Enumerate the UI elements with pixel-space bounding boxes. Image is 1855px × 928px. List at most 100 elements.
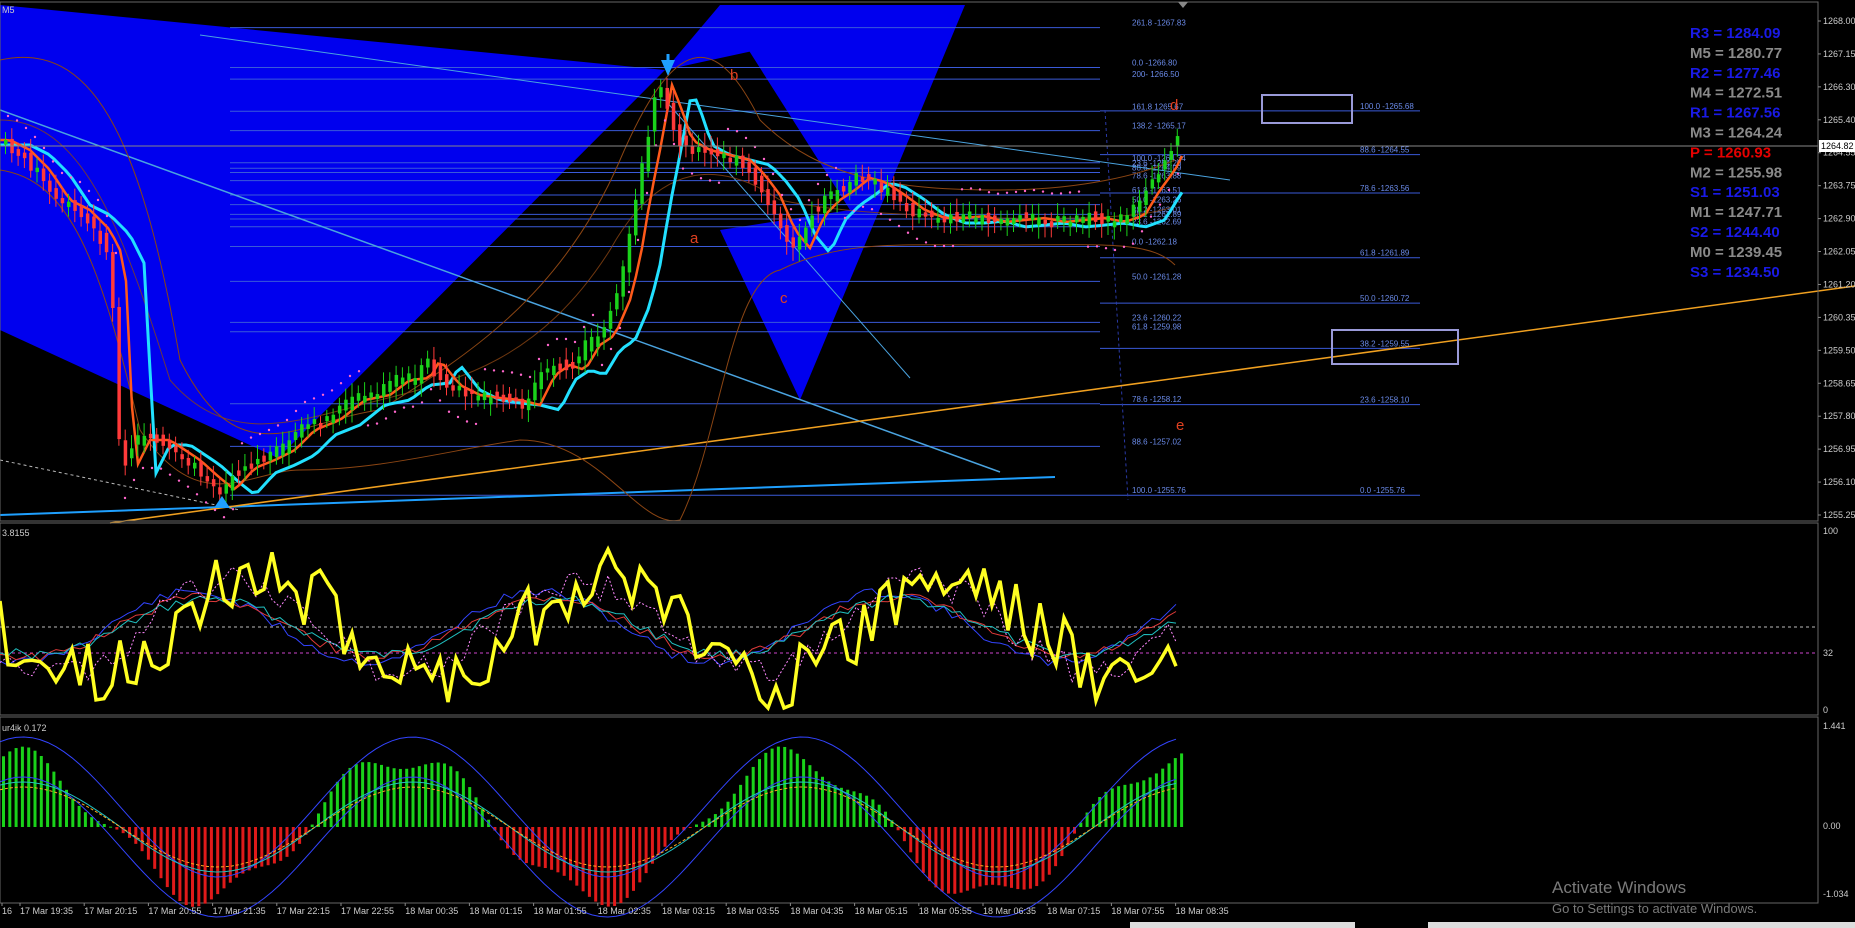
price-axis-label: 1262.90	[1823, 214, 1855, 224]
candle-body	[911, 202, 915, 217]
candle-body	[60, 198, 65, 204]
fib-level-label: 88.6 -1257.02	[1132, 437, 1182, 446]
candle-body	[230, 476, 235, 491]
candle-body	[1087, 212, 1092, 226]
time-axis-label: 18 Mar 07:15	[1047, 906, 1100, 916]
psar-dot	[33, 135, 37, 139]
psar-dot	[690, 172, 694, 175]
psar-dot	[222, 516, 226, 519]
psar-dot	[132, 478, 136, 482]
histogram-bar	[619, 827, 623, 904]
histogram-bar	[1003, 827, 1007, 887]
time-axis-label: 18 Mar 06:35	[983, 906, 1036, 916]
histogram-bar	[965, 827, 969, 891]
psar-dot	[366, 424, 370, 427]
candle-body	[596, 336, 600, 347]
fib-level-label: 261.8 -1267.83	[1132, 19, 1186, 28]
histogram-bar	[58, 780, 62, 827]
psar-dot	[1113, 248, 1117, 252]
candle-body	[810, 215, 814, 229]
histogram-bar	[1035, 827, 1039, 887]
psar-dot	[1050, 192, 1054, 195]
psar-dot	[843, 216, 847, 220]
histogram-bar	[833, 785, 837, 827]
psar-dot	[960, 188, 964, 191]
histogram-bar	[1028, 827, 1032, 889]
candle-body	[1112, 221, 1117, 228]
histogram-bar	[1047, 827, 1051, 875]
candle-body	[35, 167, 39, 173]
histogram-bar	[247, 827, 251, 871]
psar-dot	[186, 485, 190, 488]
candle-body	[92, 216, 96, 229]
candle-body	[400, 377, 405, 385]
fib-level-label-right: 23.6 -1258.10	[1360, 396, 1410, 405]
histogram-bar	[46, 763, 50, 827]
psar-dot	[1149, 215, 1153, 218]
candle-body	[111, 252, 115, 308]
candle-body	[659, 87, 663, 98]
candle-body	[470, 389, 474, 394]
psar-dot	[1086, 245, 1090, 248]
pivot-label: M4 = 1272.51	[1690, 85, 1782, 102]
histogram-bar	[587, 827, 591, 897]
histogram-bar	[972, 827, 976, 889]
candle-body	[29, 152, 33, 171]
psar-dot	[852, 209, 856, 212]
histogram-bar	[701, 821, 705, 827]
time-axis-label: 17 Mar 22:15	[277, 906, 330, 916]
psar-dot	[123, 496, 127, 500]
histogram-bar	[417, 766, 421, 827]
candle-body	[218, 487, 222, 495]
psar-dot	[780, 193, 784, 197]
candle-body	[621, 266, 625, 297]
candle-body	[382, 384, 386, 397]
psar-dot	[699, 177, 703, 180]
psar-dot	[195, 493, 199, 496]
psar-dot	[1158, 203, 1162, 206]
histogram-bar	[839, 787, 843, 827]
psar-dot	[393, 410, 397, 413]
candle-body	[85, 213, 90, 224]
histogram-bar	[398, 768, 402, 827]
candle-body	[388, 380, 392, 392]
candle-body	[211, 479, 216, 487]
histogram-bar	[720, 808, 724, 827]
trading-chart[interactable]: 261.8 -1267.83 0.0 -1266.80 200- 1266.50 16…	[0, 0, 1855, 928]
psar-dot	[933, 244, 937, 248]
candle-body	[577, 356, 581, 364]
fib-level-label-right: 88.6 -1264.55	[1360, 146, 1410, 155]
histogram-bar	[77, 805, 81, 827]
candle-body	[526, 398, 531, 411]
candle-body	[476, 395, 480, 401]
histogram-bar	[392, 768, 396, 827]
candle-body	[892, 187, 896, 201]
price-axis-label: 1266.30	[1823, 82, 1855, 92]
candle-body	[879, 182, 884, 193]
time-axis-label: 18 Mar 08:35	[1176, 906, 1229, 916]
candle-body	[67, 201, 71, 208]
histogram-bar	[808, 765, 812, 827]
histogram-bar	[109, 826, 113, 828]
pivot-label: M3 = 1264.24	[1690, 125, 1783, 142]
histogram-bar	[430, 762, 434, 827]
psar-dot	[726, 127, 730, 131]
candle-body	[1163, 160, 1167, 170]
histogram-bar	[115, 827, 119, 830]
histogram-bar	[33, 750, 37, 827]
psar-dot	[204, 501, 208, 504]
histogram-bar	[1142, 780, 1146, 827]
candle-body	[608, 310, 613, 329]
histogram-bar	[1110, 788, 1114, 827]
time-axis-label: 18 Mar 03:55	[726, 906, 779, 916]
histogram-bar	[1010, 827, 1013, 888]
candle-body	[539, 372, 543, 390]
candle-body	[501, 394, 506, 402]
psar-dot	[492, 369, 496, 372]
candle-body	[193, 462, 197, 469]
candle-body	[709, 148, 714, 155]
histogram-bar	[802, 759, 806, 827]
psar-dot	[69, 176, 73, 179]
fib-level-label: 0.0 -1266.80	[1132, 58, 1177, 67]
candle-body	[722, 153, 726, 159]
